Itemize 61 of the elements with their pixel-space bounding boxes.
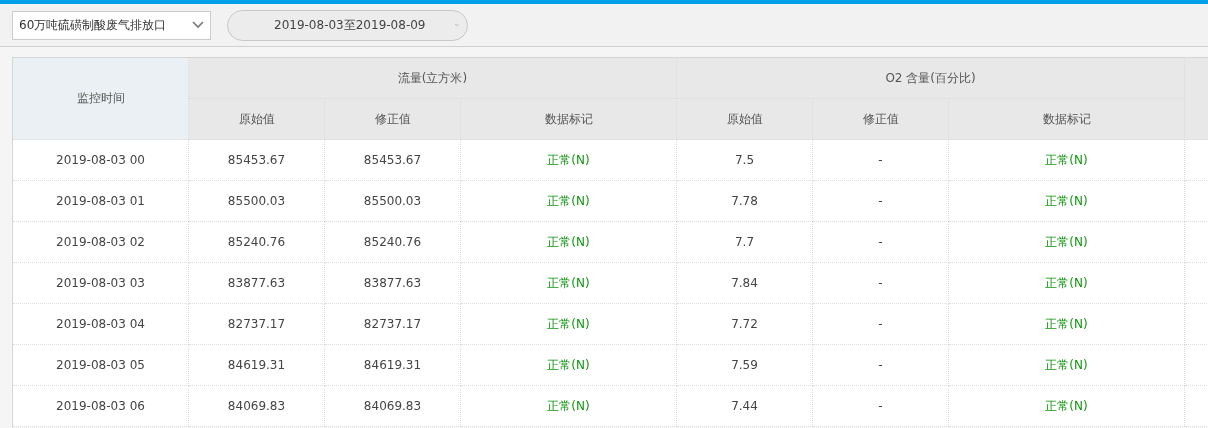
time-cell: 2019-08-03 01 — [12, 180, 189, 222]
value-cell: - — [812, 262, 949, 304]
value-cell: 7.7 — [676, 221, 813, 263]
value-cell: 85500.03 — [324, 180, 461, 222]
value-cell: 84069.83 — [188, 385, 325, 427]
column-header: 原始值 — [188, 98, 325, 140]
status-cell: 正常(N) — [948, 385, 1185, 427]
value-cell: 82737.17 — [324, 303, 461, 345]
outlet-select[interactable]: 60万吨硫磺制酸废气排放口 — [12, 10, 211, 40]
column-header: 原始值 — [676, 98, 813, 140]
status-cell: 正常(N) — [948, 139, 1185, 181]
status-cell: 正常(N) — [460, 221, 677, 263]
time-cell: 2019-08-03 06 — [12, 385, 189, 427]
chevron-down-icon — [192, 21, 204, 29]
value-cell: - — [812, 139, 949, 181]
status-cell: 正常(N) — [948, 221, 1185, 263]
status-cell: 正常(N) — [460, 385, 677, 427]
value-cell: - — [812, 180, 949, 222]
value-cell: - — [812, 385, 949, 427]
value-cell: 85240.76 — [324, 221, 461, 263]
time-cell: 2019-08-03 00 — [12, 139, 189, 181]
time-cell: 2019-08-03 02 — [12, 221, 189, 263]
value-cell: - — [812, 344, 949, 386]
status-cell: 正常(N) — [460, 303, 677, 345]
value-cell: 84069.83 — [324, 385, 461, 427]
date-range-picker[interactable]: 2019-08-03至2019-08-09 — [227, 9, 468, 41]
value-cell: - — [812, 221, 949, 263]
status-cell: 正常(N) — [948, 180, 1185, 222]
value-cell: 7.59 — [676, 344, 813, 386]
value-cell: 85453.67 — [188, 139, 325, 181]
time-cell: 2019-08-03 04 — [12, 303, 189, 345]
column-group-header: 流量(立方米) — [188, 57, 677, 99]
value-cell: 85240.76 — [188, 221, 325, 263]
column-header: 数据标记 — [948, 98, 1185, 140]
column-group-header: O2 含量(百分比) — [676, 57, 1185, 99]
status-cell: 正常(N) — [948, 262, 1185, 304]
column-header: 修正值 — [812, 98, 949, 140]
status-cell: 正常(N) — [460, 180, 677, 222]
value-cell: 7.78 — [676, 180, 813, 222]
value-cell: 84619.31 — [188, 344, 325, 386]
column-header: 修正值 — [324, 98, 461, 140]
value-cell: - — [812, 303, 949, 345]
value-cell: 83877.63 — [188, 262, 325, 304]
value-cell: 7.5 — [676, 139, 813, 181]
value-cell: 7.84 — [676, 262, 813, 304]
time-cell: 2019-08-03 03 — [12, 262, 189, 304]
value-cell: 82737.17 — [188, 303, 325, 345]
value-cell: 7.44 — [676, 385, 813, 427]
column-header: 监控时间 — [12, 57, 189, 140]
value-cell: 85453.67 — [324, 139, 461, 181]
status-cell: 正常(N) — [948, 303, 1185, 345]
status-cell: 正常(N) — [460, 139, 677, 181]
status-cell: 正常(N) — [460, 262, 677, 304]
value-cell: 84619.31 — [324, 344, 461, 386]
status-cell: 正常(N) — [460, 344, 677, 386]
time-cell: 2019-08-03 05 — [12, 344, 189, 386]
value-cell: 85500.03 — [188, 180, 325, 222]
column-header: 数据标记 — [460, 98, 677, 140]
status-cell: 正常(N) — [948, 344, 1185, 386]
value-cell: 83877.63 — [324, 262, 461, 304]
value-cell: 7.72 — [676, 303, 813, 345]
